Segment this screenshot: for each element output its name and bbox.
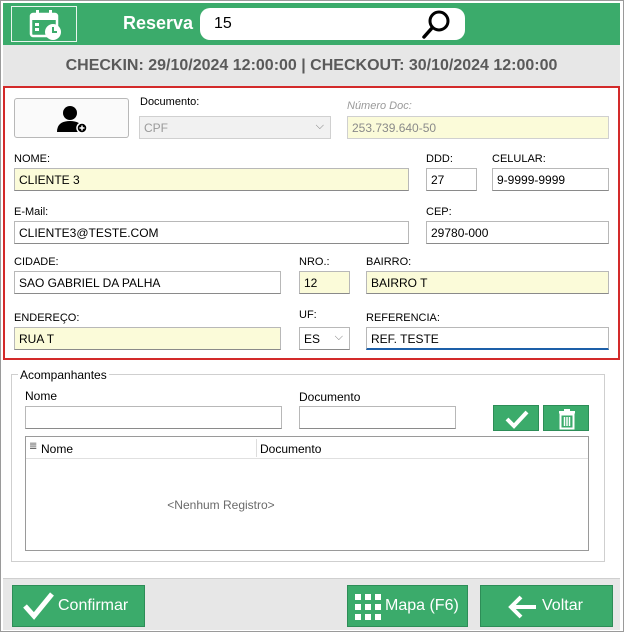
calendar-button[interactable]	[11, 6, 77, 42]
acomp-documento-field[interactable]	[299, 406, 456, 429]
celular-label: CELULAR:	[492, 153, 546, 165]
nro-field[interactable]: 12	[299, 271, 350, 294]
reserva-label: Reserva	[123, 13, 194, 33]
chevron-down-icon: ⌵	[315, 120, 324, 132]
ddd-label: DDD:	[426, 153, 453, 165]
confirmar-label: Confirmar	[58, 597, 129, 614]
numero-doc-label: Número Doc:	[347, 100, 412, 112]
trash-icon	[559, 409, 575, 430]
cep-label: CEP:	[426, 206, 452, 218]
documento-value: CPF	[144, 121, 168, 135]
referencia-label: REFERENCIA:	[366, 312, 440, 324]
nome-label: NOME:	[14, 153, 51, 165]
add-user-button[interactable]	[14, 98, 129, 138]
check-icon	[505, 410, 529, 429]
chevron-down-icon: ⌵	[334, 331, 343, 343]
add-user-icon	[57, 106, 88, 134]
documento-select[interactable]: CPF ⌵	[139, 116, 331, 139]
endereco-label: ENDEREÇO:	[14, 312, 80, 324]
grid-menu-icon[interactable]: ≣	[29, 441, 37, 452]
search-icon[interactable]	[421, 9, 453, 41]
checkin-checkout-bar: CHECKIN: 29/10/2024 12:00:00 | CHECKOUT:…	[3, 45, 620, 88]
uf-label: UF:	[299, 309, 317, 321]
check-icon	[23, 592, 54, 620]
mapa-label: Mapa (F6)	[385, 597, 459, 614]
uf-value: ES	[304, 332, 321, 346]
endereco-field[interactable]: RUA T	[14, 327, 281, 350]
voltar-button[interactable]: Voltar	[480, 585, 613, 627]
acompanhantes-grid[interactable]: ≣ Nome Documento <Nenhum Registro>	[25, 436, 589, 551]
email-label: E-Mail:	[14, 206, 49, 218]
numero-doc-field[interactable]: 253.739.640-50	[347, 116, 609, 139]
ddd-field[interactable]: 27	[426, 168, 477, 191]
acomp-nome-label: Nome	[25, 389, 58, 403]
grid-header: ≣ Nome Documento	[26, 437, 588, 459]
acomp-nome-field[interactable]	[25, 406, 282, 429]
voltar-label: Voltar	[542, 597, 583, 614]
acomp-documento-label: Documento	[299, 390, 361, 404]
cidade-field[interactable]: SAO GABRIEL DA PALHA	[14, 271, 281, 294]
mapa-button[interactable]: Mapa (F6)	[347, 585, 468, 627]
calendar-clock-icon	[29, 10, 61, 40]
bairro-field[interactable]: BAIRRO T	[366, 271, 609, 294]
documento-label: Documento:	[140, 96, 200, 108]
cidade-label: CIDADE:	[14, 256, 59, 268]
arrow-left-icon	[508, 595, 536, 619]
header-bar: Reserva	[3, 3, 620, 45]
nome-field[interactable]: CLIENTE 3	[14, 168, 409, 191]
delete-acompanhante-button[interactable]	[543, 405, 589, 431]
referencia-field[interactable]: REF. TESTE	[366, 327, 609, 350]
nro-label: NRO.:	[299, 256, 330, 268]
uf-select[interactable]: ES ⌵	[299, 327, 350, 350]
bairro-label: BAIRRO:	[366, 256, 412, 268]
email-field[interactable]: CLIENTE3@TESTE.COM	[14, 221, 409, 244]
grid-column-documento[interactable]: Documento	[260, 442, 321, 456]
celular-field[interactable]: 9-9999-9999	[492, 168, 609, 191]
grid-empty-text: <Nenhum Registro>	[167, 498, 275, 512]
grid-icon	[355, 594, 381, 620]
grid-column-nome[interactable]: Nome	[41, 442, 73, 456]
grid-column-divider	[256, 439, 257, 457]
acompanhantes-title: Acompanhantes	[18, 368, 109, 382]
confirmar-button[interactable]: Confirmar	[12, 585, 145, 627]
cep-field[interactable]: 29780-000	[426, 221, 609, 244]
add-acompanhante-button[interactable]	[493, 405, 539, 431]
